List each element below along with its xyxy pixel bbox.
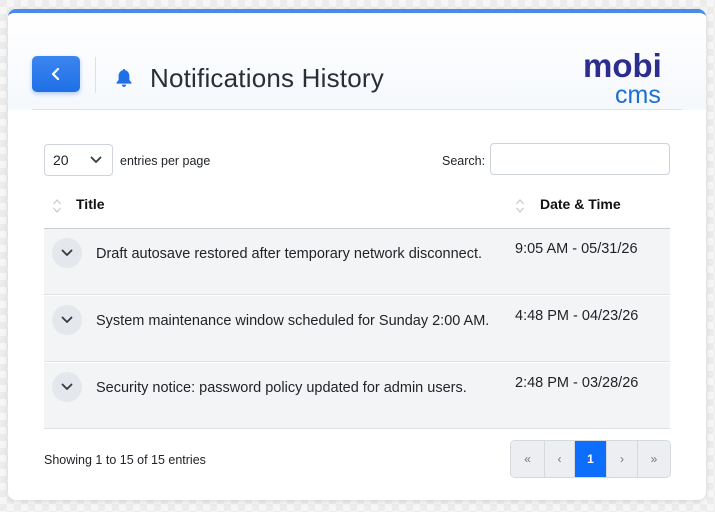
chevron-left-icon (51, 68, 60, 80)
last-page-button[interactable]: » (638, 441, 670, 477)
search-input[interactable] (490, 143, 670, 175)
previous-page-button[interactable]: ‹ (545, 441, 575, 477)
table-row[interactable]: Security notice: password policy updated… (44, 363, 670, 429)
mobicms-logo: mobi cms (583, 47, 662, 105)
table-row[interactable]: System maintenance window scheduled for … (44, 296, 670, 362)
notification-title: Draft autosave restored after temporary … (96, 246, 483, 262)
entries-per-page-select[interactable]: 20 (44, 144, 113, 176)
header-divider (95, 57, 96, 93)
notifications-card: Notifications History mobi cms 20 entrie… (8, 9, 706, 500)
expand-row-button[interactable] (52, 305, 82, 335)
sort-icon[interactable] (52, 197, 62, 215)
page-1-button[interactable]: 1 (575, 441, 607, 477)
column-header-date-time[interactable]: Date & Time (540, 196, 621, 212)
notification-title: Security notice: password policy updated… (96, 380, 467, 396)
sort-icon[interactable] (515, 197, 525, 215)
notification-datetime: 9:05 AM - 05/31/26 (515, 241, 638, 257)
pagination: « ‹ 1 › » (510, 440, 671, 478)
chevron-down-icon (61, 249, 73, 256)
next-page-button[interactable]: › (607, 441, 638, 477)
page-title: Notifications History (150, 63, 384, 93)
notification-title: System maintenance window scheduled for … (96, 313, 490, 329)
entries-per-page-label: entries per page (120, 154, 211, 168)
notification-datetime: 2:48 PM - 03/28/26 (515, 375, 639, 391)
chevron-down-icon (61, 383, 73, 390)
search-label: Search: (442, 154, 486, 168)
svg-text:mobi: mobi (583, 47, 662, 84)
entries-per-page-value: 20 (53, 152, 69, 168)
table-row[interactable]: Draft autosave restored after temporary … (44, 229, 670, 295)
chevron-down-icon (61, 316, 73, 323)
svg-text:cms: cms (615, 81, 661, 105)
back-button[interactable] (32, 56, 80, 92)
expand-row-button[interactable] (52, 238, 82, 268)
expand-row-button[interactable] (52, 372, 82, 402)
bell-icon (116, 69, 132, 87)
column-header-title[interactable]: Title (76, 196, 105, 212)
first-page-button[interactable]: « (511, 441, 545, 477)
chevron-down-icon (90, 156, 102, 163)
card-header: Notifications History mobi cms (8, 13, 706, 110)
header-divider-line (32, 109, 682, 110)
table-info: Showing 1 to 15 of 15 entries (44, 453, 206, 467)
notification-datetime: 4:48 PM - 04/23/26 (515, 308, 639, 324)
